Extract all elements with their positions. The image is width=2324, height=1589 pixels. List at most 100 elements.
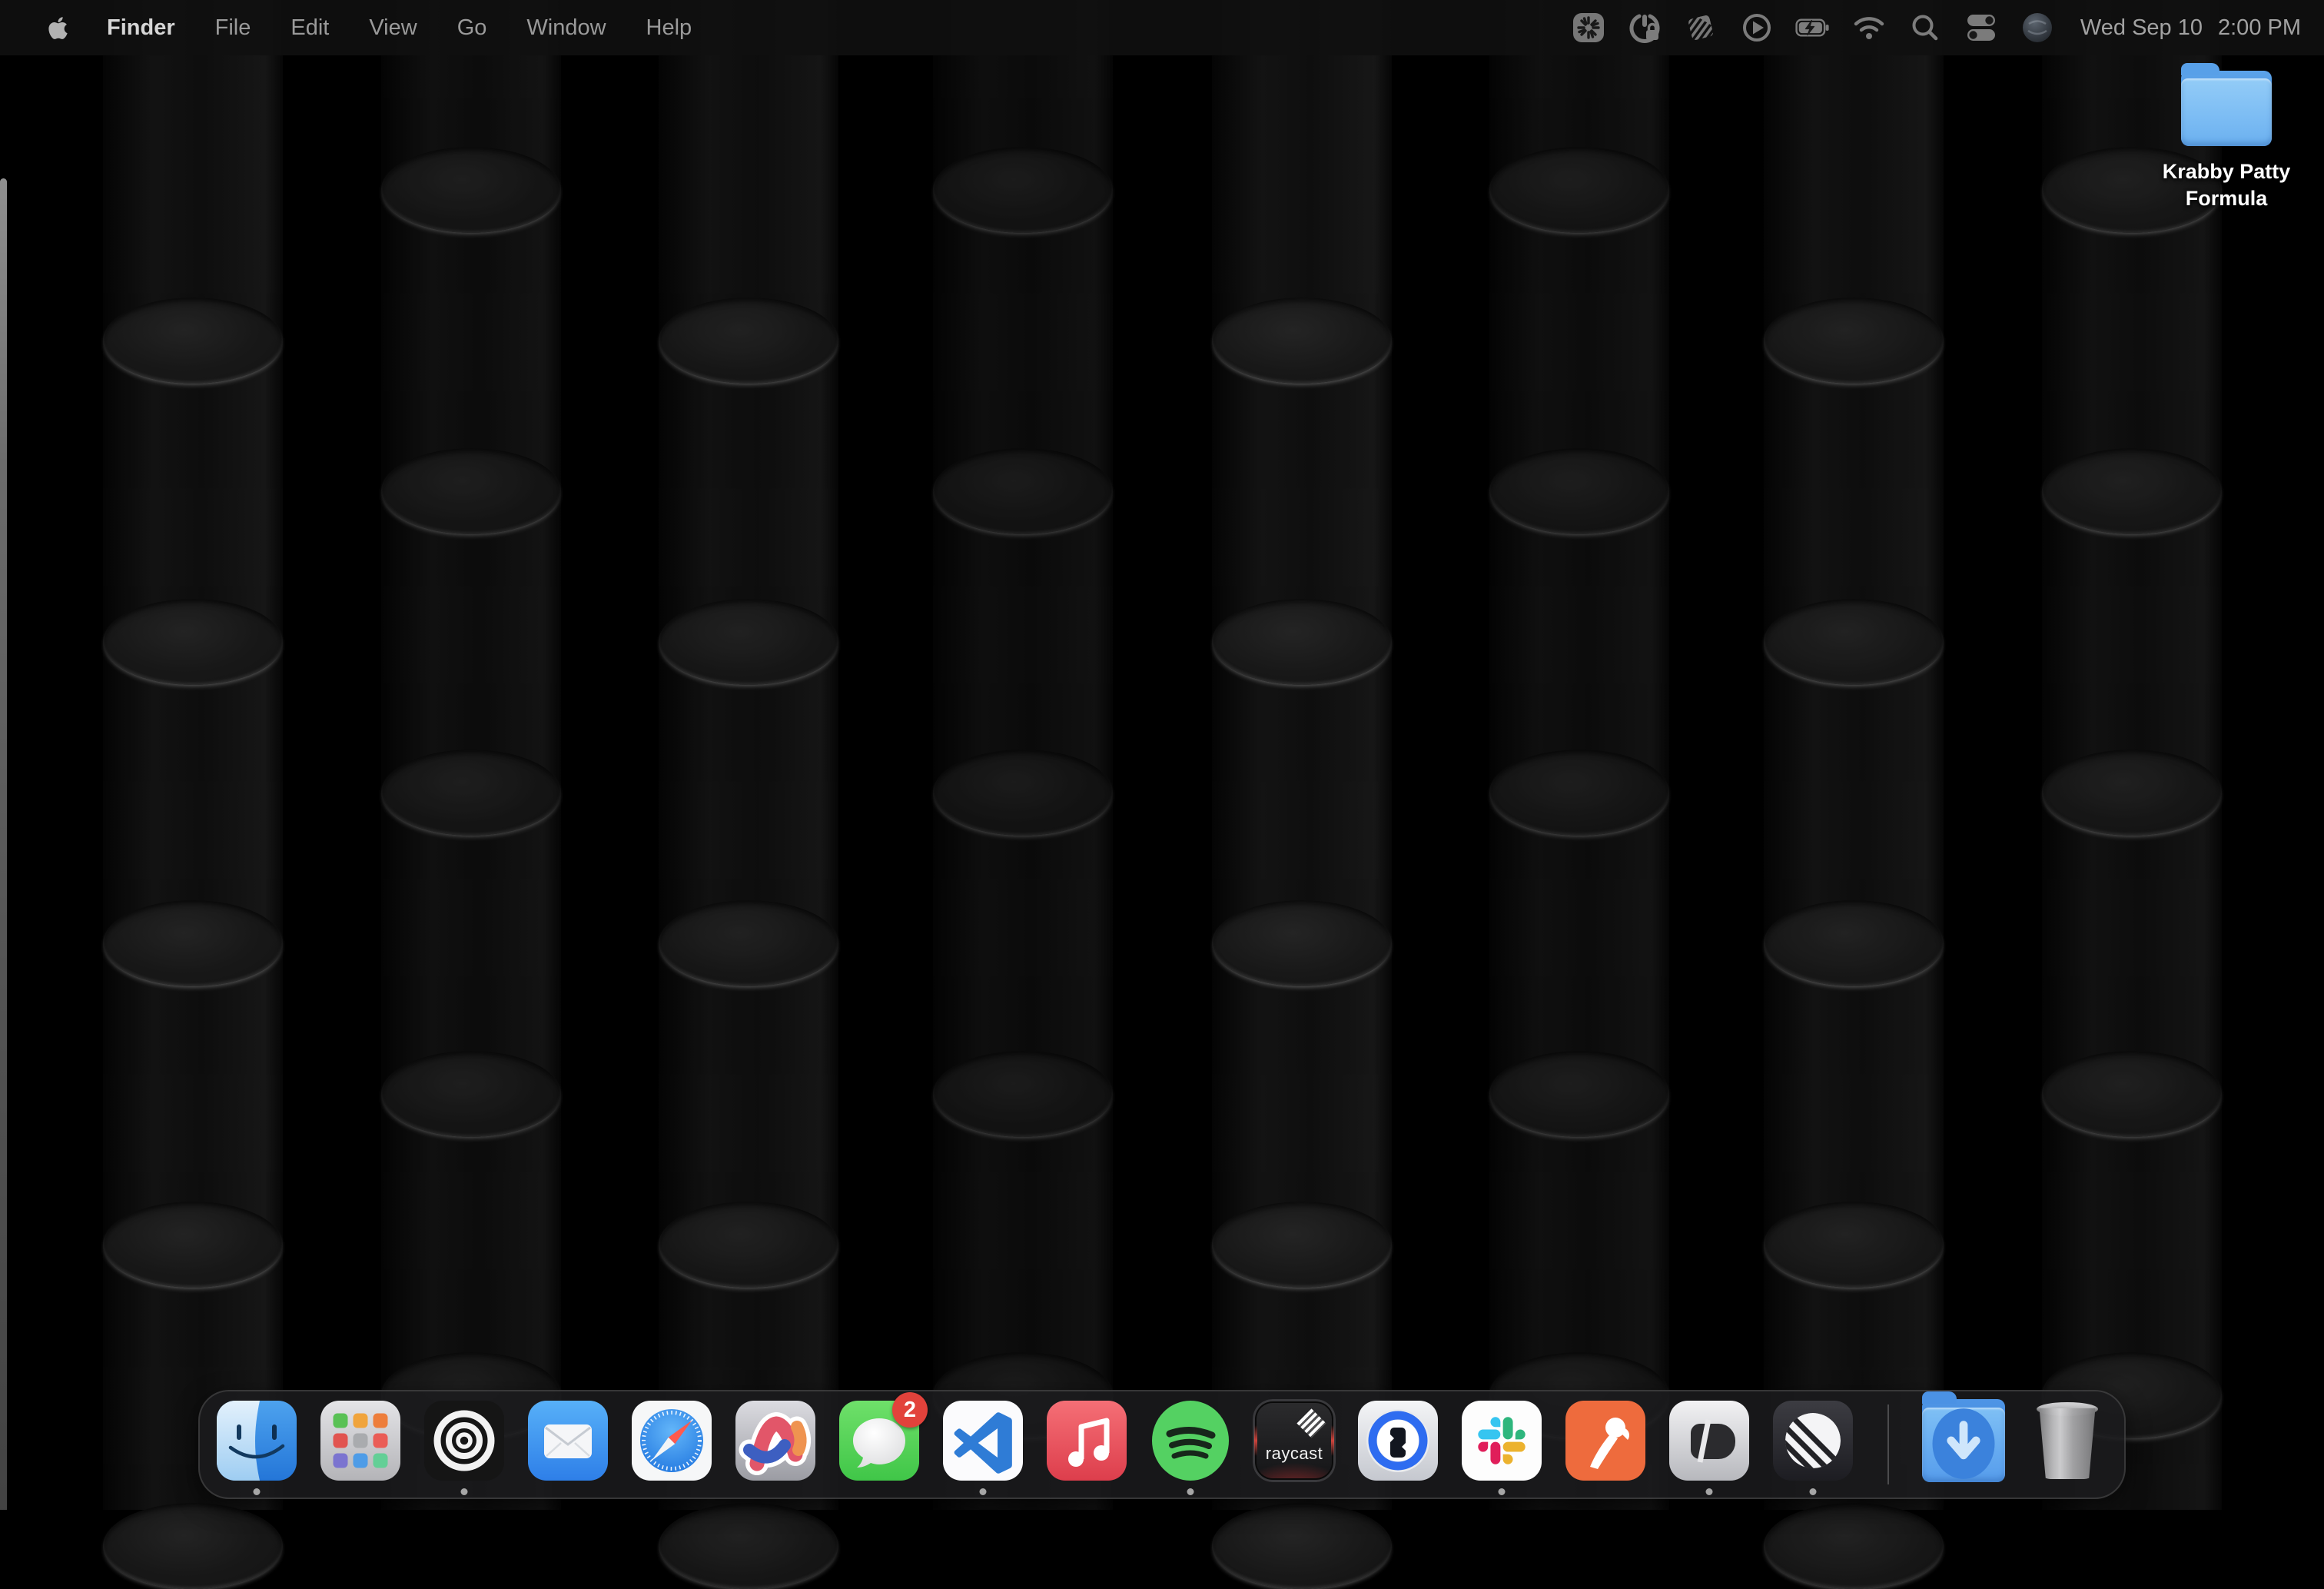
dock-separator (1887, 1405, 1889, 1484)
blue-folder-icon (2181, 71, 2272, 146)
menu-window[interactable]: Window (506, 15, 626, 41)
cylinder-cap (1764, 1503, 1944, 1589)
cylinder-cap (1212, 298, 1392, 384)
cylinder-cap (103, 599, 283, 685)
wallpaper-cylinder-column (659, 0, 838, 1510)
target-circles-icon (423, 1399, 506, 1482)
notification-badge: 2 (892, 1392, 928, 1428)
menu-view[interactable]: View (349, 15, 437, 41)
cylinder-cap (659, 1202, 838, 1288)
running-indicator-dot (980, 1488, 987, 1495)
running-indicator-dot (254, 1488, 261, 1495)
cylinder-cap (103, 900, 283, 986)
dock-item-dia-browser[interactable] (1668, 1399, 1751, 1482)
cylinder-cap (1212, 599, 1392, 685)
wallpaper-cylinder-column (1764, 0, 1944, 1510)
dock-item-slack[interactable] (1460, 1399, 1543, 1482)
dock-item-apple-music[interactable] (1045, 1399, 1128, 1482)
trash-icon (2026, 1399, 2109, 1482)
dock-item-launchpad[interactable] (319, 1399, 402, 1482)
running-indicator-dot (1187, 1488, 1194, 1495)
dia-browser-icon (1668, 1399, 1751, 1482)
cylinder-cap (659, 599, 838, 685)
wallpaper-cylinder-column (1489, 0, 1669, 1510)
dock-item-1password[interactable] (1356, 1399, 1439, 1482)
profile-sphere-icon[interactable] (2020, 10, 2055, 45)
wallpaper-cylinder-column (103, 0, 283, 1510)
raycast-logo-glyph (1296, 1408, 1326, 1438)
cylinder-cap (1489, 750, 1669, 836)
dock-item-raycast[interactable]: raycast (1253, 1399, 1336, 1482)
download-arrow-icon (1922, 1402, 2005, 1485)
cylinder-cap (103, 298, 283, 384)
cylinder-cap (103, 1503, 283, 1589)
cylinder-cap (2042, 750, 2222, 836)
menu-file[interactable]: File (195, 15, 271, 41)
menu-finder[interactable]: Finder (87, 15, 195, 41)
cylinder-cap (933, 147, 1113, 233)
clock-date: Wed Sep 10 (2080, 15, 2203, 41)
cylinder-cap (381, 1051, 561, 1137)
dock-item-mail[interactable] (526, 1399, 609, 1482)
spotify-icon (1149, 1399, 1232, 1482)
striped-display-icon[interactable] (1683, 10, 1718, 45)
cylinder-cap (1489, 147, 1669, 233)
desktop-wallpaper (0, 0, 2324, 1510)
cylinder-cap (1489, 1051, 1669, 1137)
burst-app-icon[interactable] (1571, 10, 1606, 45)
menu-help[interactable]: Help (626, 15, 712, 41)
menu-go[interactable]: Go (437, 15, 507, 41)
slack-icon (1460, 1399, 1543, 1482)
wallpaper-cylinder-column (933, 0, 1113, 1510)
running-indicator-dot (1810, 1488, 1817, 1495)
cylinder-cap (103, 1202, 283, 1288)
wallpaper-edge-column (0, 178, 7, 1510)
cylinder-cap (2042, 448, 2222, 534)
dock-item-downloads-folder[interactable] (1922, 1399, 2005, 1482)
now-playing-icon[interactable] (1739, 10, 1775, 45)
dock-item-vscode[interactable] (941, 1399, 1024, 1482)
desktop-folder-krabby-patty-formula[interactable]: Krabby Patty Formula (2130, 71, 2322, 212)
dock-item-finder[interactable] (215, 1399, 298, 1482)
wallpaper-cylinder-column (1212, 0, 1392, 1510)
postman-icon (1564, 1399, 1647, 1482)
password-manager-lock-icon[interactable] (1627, 10, 1662, 45)
dock-item-safari[interactable] (630, 1399, 713, 1482)
cylinder-cap (659, 900, 838, 986)
running-indicator-dot (461, 1488, 468, 1495)
raycast-label: raycast (1253, 1444, 1336, 1464)
menu-bar-clock[interactable]: Wed Sep 10 2:00 PM (2080, 15, 2301, 41)
launchpad-icon (319, 1399, 402, 1482)
cylinder-cap (1212, 1202, 1392, 1288)
dock-item-target-circles-app[interactable] (423, 1399, 506, 1482)
cylinder-cap (1764, 298, 1944, 384)
battery-charging-icon[interactable] (1795, 10, 1831, 45)
cylinder-cap (381, 448, 561, 534)
wifi-icon[interactable] (1851, 10, 1887, 45)
cylinder-cap (381, 750, 561, 836)
apple-logo-icon[interactable] (29, 15, 87, 41)
safari-icon (630, 1399, 713, 1482)
spotlight-search-icon[interactable] (1907, 10, 1943, 45)
menu-bar-status-area: Wed Sep 10 2:00 PM (1571, 10, 2324, 45)
mail-icon (526, 1399, 609, 1482)
finder-icon (215, 1399, 298, 1482)
cylinder-cap (1212, 1503, 1392, 1589)
menu-edit[interactable]: Edit (271, 15, 349, 41)
dock-item-messages[interactable]: 2 (838, 1399, 921, 1482)
cylinder-cap (381, 147, 561, 233)
running-indicator-dot (1706, 1488, 1713, 1495)
menu-bar: Finder File Edit View Go Window Help (0, 0, 2324, 55)
dock-item-trash[interactable] (2026, 1399, 2109, 1482)
dock-item-linear[interactable] (1771, 1399, 1854, 1482)
running-indicator-dot (1499, 1488, 1506, 1495)
dock-item-arc-browser[interactable] (734, 1399, 817, 1482)
cylinder-cap (2042, 1051, 2222, 1137)
downloads-folder-icon (1924, 1407, 2004, 1476)
desktop-folder-label: Krabby Patty Formula (2130, 158, 2322, 212)
control-center-icon[interactable] (1964, 10, 1999, 45)
dock-item-spotify[interactable] (1149, 1399, 1232, 1482)
dock-item-postman[interactable] (1564, 1399, 1647, 1482)
cylinder-cap (659, 298, 838, 384)
trash-body (2038, 1408, 2097, 1479)
